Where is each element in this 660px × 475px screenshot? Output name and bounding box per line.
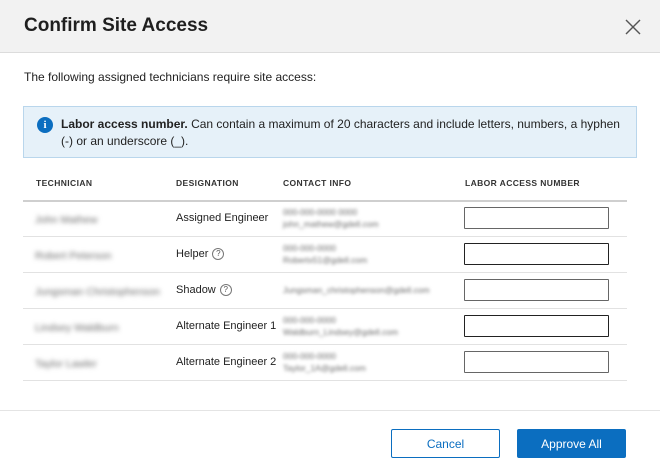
table-row: Jungsman Christophenson Shadow? Jungsman… <box>23 273 627 309</box>
designation: Alternate Engineer 2 <box>176 356 276 368</box>
contact-phone: 000-000-0000 <box>283 315 336 325</box>
dialog-header: Confirm Site Access <box>0 0 660 53</box>
designation-label: Shadow <box>176 284 216 296</box>
designation-label: Assigned Engineer <box>176 212 269 224</box>
labor-access-input[interactable] <box>464 351 609 373</box>
technician-name: Taylor Lawler <box>35 358 97 370</box>
contact-phone: 000-000-0000 <box>283 243 336 253</box>
labor-access-input[interactable] <box>464 315 609 337</box>
designation: Helper? <box>176 248 225 260</box>
technician-name: Jungsman Christophenson <box>35 286 160 298</box>
labor-access-input[interactable] <box>464 279 609 301</box>
contact-info: 000-000-0000 Waldburn_Lindsey@gdell.com <box>283 314 398 338</box>
contact-info: 000-000-0000 0000 john_mathew@gdell.com <box>283 206 379 230</box>
approve-all-button[interactable]: Approve All <box>517 429 626 458</box>
contact-email: Robertx51@gdell.com <box>283 255 368 265</box>
info-icon: i <box>37 117 53 133</box>
contact-email: Waldburn_Lindsey@gdell.com <box>283 327 399 337</box>
table-row: Taylor Lawler Alternate Engineer 2 000-0… <box>23 345 627 381</box>
labor-access-input[interactable] <box>464 207 609 229</box>
help-icon[interactable]: ? <box>212 248 225 260</box>
contact-phone: 000-000-0000 <box>283 351 336 361</box>
info-text: Labor access number. Can contain a maxim… <box>61 116 631 150</box>
contact-info: Jungsman_christophenson@gdell.com <box>283 284 430 296</box>
column-header-access: LABOR ACCESS NUMBER <box>465 178 580 188</box>
table-row: Lindsey Waldburn Alternate Engineer 1 00… <box>23 309 627 345</box>
column-header-technician: TECHNICIAN <box>36 178 93 188</box>
info-heading: Labor access number. <box>61 117 188 131</box>
column-header-designation: DESIGNATION <box>176 178 239 188</box>
contact-email: john_mathew@gdell.com <box>283 219 379 229</box>
footer-divider <box>0 410 660 411</box>
designation: Alternate Engineer 1 <box>176 320 276 332</box>
contact-info: 000-000-0000 Taylor_1A@gdell.com <box>283 350 366 374</box>
technician-name: John Mathew <box>35 214 98 226</box>
designation-label: Helper <box>176 248 209 260</box>
designation: Assigned Engineer <box>176 212 268 224</box>
column-header-contact: CONTACT INFO <box>283 178 352 188</box>
contact-email: Jungsman_christophenson@gdell.com <box>283 285 430 295</box>
contact-email: Taylor_1A@gdell.com <box>283 363 366 373</box>
technician-name: Lindsey Waldburn <box>35 322 119 334</box>
labor-access-input[interactable] <box>464 243 609 265</box>
designation: Shadow? <box>176 284 232 296</box>
table-row: John Mathew Assigned Engineer 000-000-00… <box>23 201 627 237</box>
contact-phone: 000-000-0000 0000 <box>283 207 358 217</box>
designation-label: Alternate Engineer 1 <box>176 320 277 332</box>
info-banner: i Labor access number. Can contain a max… <box>23 106 637 158</box>
intro-text: The following assigned technicians requi… <box>24 70 317 84</box>
table-row: Robert Peterson Helper? 000-000-0000 Rob… <box>23 237 627 273</box>
technician-name: Robert Peterson <box>35 250 112 262</box>
help-icon[interactable]: ? <box>219 284 232 296</box>
close-icon[interactable] <box>622 16 644 38</box>
cancel-button[interactable]: Cancel <box>391 429 500 458</box>
designation-label: Alternate Engineer 2 <box>176 356 277 368</box>
dialog-title: Confirm Site Access <box>24 15 209 36</box>
contact-info: 000-000-0000 Robertx51@gdell.com <box>283 242 367 266</box>
